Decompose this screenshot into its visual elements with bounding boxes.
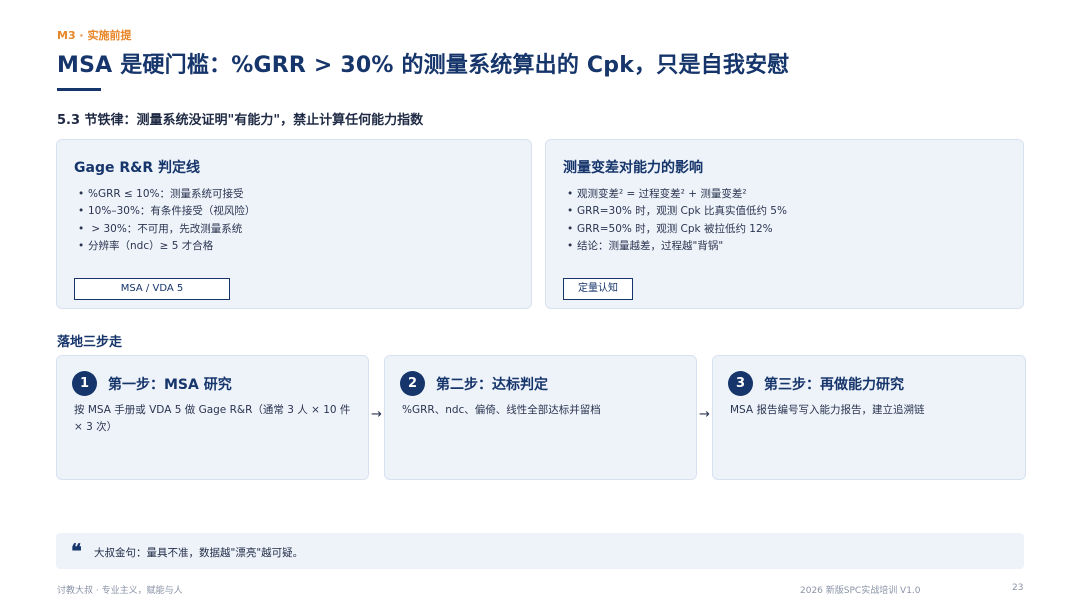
title-underline [57,88,101,91]
card-title: 测量变差对能力的影响 [563,160,703,176]
list-item: > 30%：不可用，先改测量系统 [78,221,255,238]
arrow-right-icon: → [371,407,382,422]
step-title: 第二步：达标判定 [436,377,548,393]
step-number-badge: 2 [400,371,425,396]
step-card-3: 3 第三步：再做能力研究 MSA 报告编号写入能力报告，建立追溯链 [712,355,1026,480]
page-subtitle: 5.3 节铁律：测量系统没证明"有能力"，禁止计算任何能力指数 [57,113,424,128]
list-item: GRR=50% 时，观测 Cpk 被拉低约 12% [567,221,787,238]
card-title: Gage R&R 判定线 [74,160,200,176]
list-item: 分辨率（ndc）≥ 5 才合格 [78,238,255,255]
measurement-variation-card: 测量变差对能力的影响 观测变差² = 过程变差² + 测量变差² GRR=30%… [545,139,1024,309]
step-card-2: 2 第二步：达标判定 %GRR、ndc、偏倚、线性全部达标并留档 [384,355,697,480]
step-description: 按 MSA 手册或 VDA 5 做 Gage R&R（通常 3 人 × 10 件… [74,404,351,433]
list-item: 观测变差² = 过程变差² + 测量变差² [567,186,787,203]
page-number: 23 [1012,583,1024,593]
quote-icon: ❝ [71,539,82,563]
step-title: 第三步：再做能力研究 [764,377,904,393]
quote-text: 大叔金句：量具不准，数据越"漂亮"越可疑。 [94,547,304,559]
list-item: 结论：测量越差，过程越"背锅" [567,238,787,255]
step-description: MSA 报告编号写入能力报告，建立追溯链 [730,404,925,416]
step-number-badge: 1 [72,371,97,396]
step-title: 第一步：MSA 研究 [108,377,232,393]
arrow-right-icon: → [699,407,710,422]
footer-brand: 讨教大叔 · 专业主义，赋能与人 [57,586,183,596]
card-bullet-list: 观测变差² = 过程变差² + 测量变差² GRR=30% 时，观测 Cpk 比… [567,186,787,255]
list-item: 10%–30%：有条件接受（视风险） [78,203,255,220]
quote-banner: ❝ 大叔金句：量具不准，数据越"漂亮"越可疑。 [56,533,1024,569]
steps-section-label: 落地三步走 [57,335,123,350]
section-kicker: M3 · 实施前提 [57,29,132,42]
list-item: %GRR ≤ 10%：测量系统可接受 [78,186,255,203]
reference-tag: 定量认知 [563,278,633,300]
reference-tag: MSA / VDA 5 [74,278,230,300]
card-bullet-list: %GRR ≤ 10%：测量系统可接受 10%–30%：有条件接受（视风险） > … [78,186,255,255]
footer-course: 2026 新版SPC实战培训 V1.0 [800,586,921,596]
step-card-1: 1 第一步：MSA 研究 按 MSA 手册或 VDA 5 做 Gage R&R（… [56,355,369,480]
step-description: %GRR、ndc、偏倚、线性全部达标并留档 [402,404,601,416]
step-number-badge: 3 [728,371,753,396]
list-item: GRR=30% 时，观测 Cpk 比真实值低约 5% [567,203,787,220]
page-title: MSA 是硬门槛：%GRR > 30% 的测量系统算出的 Cpk，只是自我安慰 [57,53,790,78]
gage-rr-card: Gage R&R 判定线 %GRR ≤ 10%：测量系统可接受 10%–30%：… [56,139,532,309]
